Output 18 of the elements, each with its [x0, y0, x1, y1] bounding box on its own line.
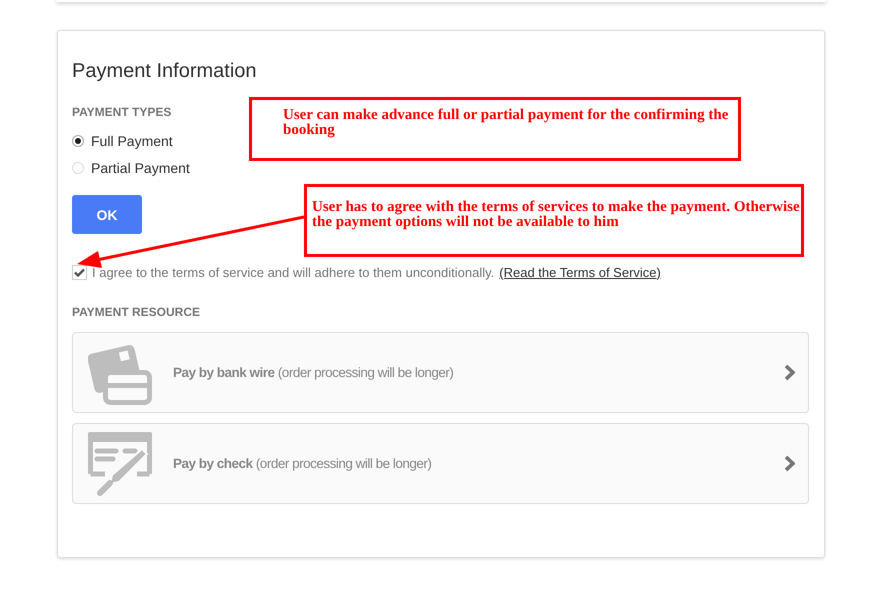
- radio-label[interactable]: Full Payment: [91, 132, 173, 148]
- checkmark-icon: [74, 268, 85, 276]
- ok-button[interactable]: OK: [72, 195, 142, 234]
- check-with-pen-icon: [88, 432, 152, 496]
- checkbox[interactable]: [72, 264, 87, 280]
- terms-text: I agree to the terms of service and will adhere to them unconditionally.: [92, 264, 494, 280]
- chevron-right-icon: [784, 455, 795, 472]
- section-heading: PAYMENT TYPES: [72, 105, 172, 119]
- payment-method-label: Pay by check (order processing will be longer): [173, 456, 432, 471]
- terms-link[interactable]: (Read the Terms of Service): [499, 264, 661, 280]
- payment-method-label: Pay by bank wire (order processing will be longer): [173, 365, 454, 380]
- panel-title: Payment Information: [72, 59, 257, 84]
- annotation-callout: User can make advance full or partial payment for the confirming the booking: [249, 97, 741, 161]
- radio-button[interactable]: [72, 134, 84, 146]
- section-heading: PAYMENT RESOURCE: [72, 305, 200, 319]
- annotation-callout: User has to agree with the terms of services to make the payment. Otherwise the payment options will not be available to him: [304, 184, 804, 257]
- chevron-right-icon: [784, 364, 795, 381]
- radio-label[interactable]: Partial Payment: [91, 160, 190, 176]
